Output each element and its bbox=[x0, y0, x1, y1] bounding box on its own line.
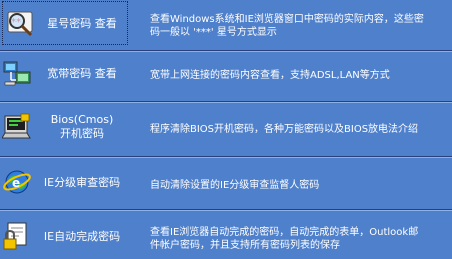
network-computers-icon bbox=[3, 61, 31, 86]
ie-globe-icon: e bbox=[3, 170, 31, 194]
ie-autocomplete-description: 查看IE浏览器自动完成的密码，自动完成的表单，Outlook邮 件帐户密码，并且… bbox=[150, 226, 448, 252]
tool-row-bios-password: Bios(Cmos) 开机密码 程序清除BIOS开机密码，各种万能密码以及BIO… bbox=[0, 103, 452, 153]
star-password-desc-line2: 码一般以 '***' 星号方式显示 bbox=[150, 27, 277, 38]
broadband-password-label: 宽带密码 查看 bbox=[47, 67, 117, 80]
svg-text:e: e bbox=[12, 176, 20, 190]
star-password-label: 星号密码 查看 bbox=[47, 17, 117, 30]
star-password-desc-line1: 查看Windows系统和IE浏览器窗口中密码的实际内容，这些密 bbox=[150, 14, 424, 25]
broadband-password-desc-line1: 宽带上网连接的密码内容查看，支持ADSL,LAN等方式 bbox=[150, 70, 390, 81]
broadband-password-description: 宽带上网连接的密码内容查看，支持ADSL,LAN等方式 bbox=[150, 69, 448, 82]
bios-password-description: 程序清除BIOS开机密码，各种万能密码以及BIOS放电法介绍 bbox=[150, 123, 448, 136]
bios-password-label: Bios(Cmos) 开机密码 bbox=[36, 113, 128, 141]
bios-password-label-line2: 开机密码 bbox=[60, 127, 104, 140]
tool-row-ie-content-advisor: e IE分级审查密码 自动清除设置的IE分级审查监督人密码 bbox=[0, 158, 452, 208]
tool-row-broadband-password: 宽带密码 查看 宽带上网连接的密码内容查看，支持ADSL,LAN等方式 bbox=[0, 52, 452, 100]
ie-autocomplete-button[interactable]: IE自动完成密码 bbox=[0, 215, 130, 259]
ie-autocomplete-desc-line1: 查看IE浏览器自动完成的密码，自动完成的表单，Outlook邮 bbox=[150, 227, 419, 238]
tool-row-star-password: ** 星号密码 查看 查看Windows系统和IE浏览器窗口中密码的实际内容，这… bbox=[0, 0, 452, 50]
bios-password-label-line1: Bios(Cmos) bbox=[50, 113, 114, 126]
ie-autocomplete-label: IE自动完成密码 bbox=[43, 230, 121, 243]
bios-password-button[interactable]: Bios(Cmos) 开机密码 bbox=[0, 106, 130, 150]
ie-content-advisor-desc-line1: 自动清除设置的IE分级审查监督人密码 bbox=[150, 180, 320, 191]
broadband-password-button[interactable]: 宽带密码 查看 bbox=[0, 52, 130, 96]
magnifier-asterisk-icon: ** bbox=[7, 11, 33, 37]
ie-content-advisor-description: 自动清除设置的IE分级审查监督人密码 bbox=[150, 179, 448, 192]
star-password-description: 查看Windows系统和IE浏览器窗口中密码的实际内容，这些密 码一般以 '**… bbox=[150, 13, 448, 39]
bios-chip-icon bbox=[2, 113, 31, 139]
ie-autocomplete-desc-line2: 件帐户密码，并且支持所有密码列表的保存 bbox=[150, 240, 340, 251]
tool-row-ie-autocomplete: IE自动完成密码 查看IE浏览器自动完成的密码，自动完成的表单，Outlook邮… bbox=[0, 211, 452, 256]
ie-content-advisor-label: IE分级审查密码 bbox=[43, 176, 121, 189]
ie-content-advisor-button[interactable]: e IE分级审查密码 bbox=[0, 161, 130, 205]
bios-password-desc-line1: 程序清除BIOS开机密码，各种万能密码以及BIOS放电法介绍 bbox=[150, 124, 419, 135]
star-password-button[interactable]: ** 星号密码 查看 bbox=[2, 1, 128, 45]
ie-autocomplete-lock-icon bbox=[3, 222, 27, 250]
